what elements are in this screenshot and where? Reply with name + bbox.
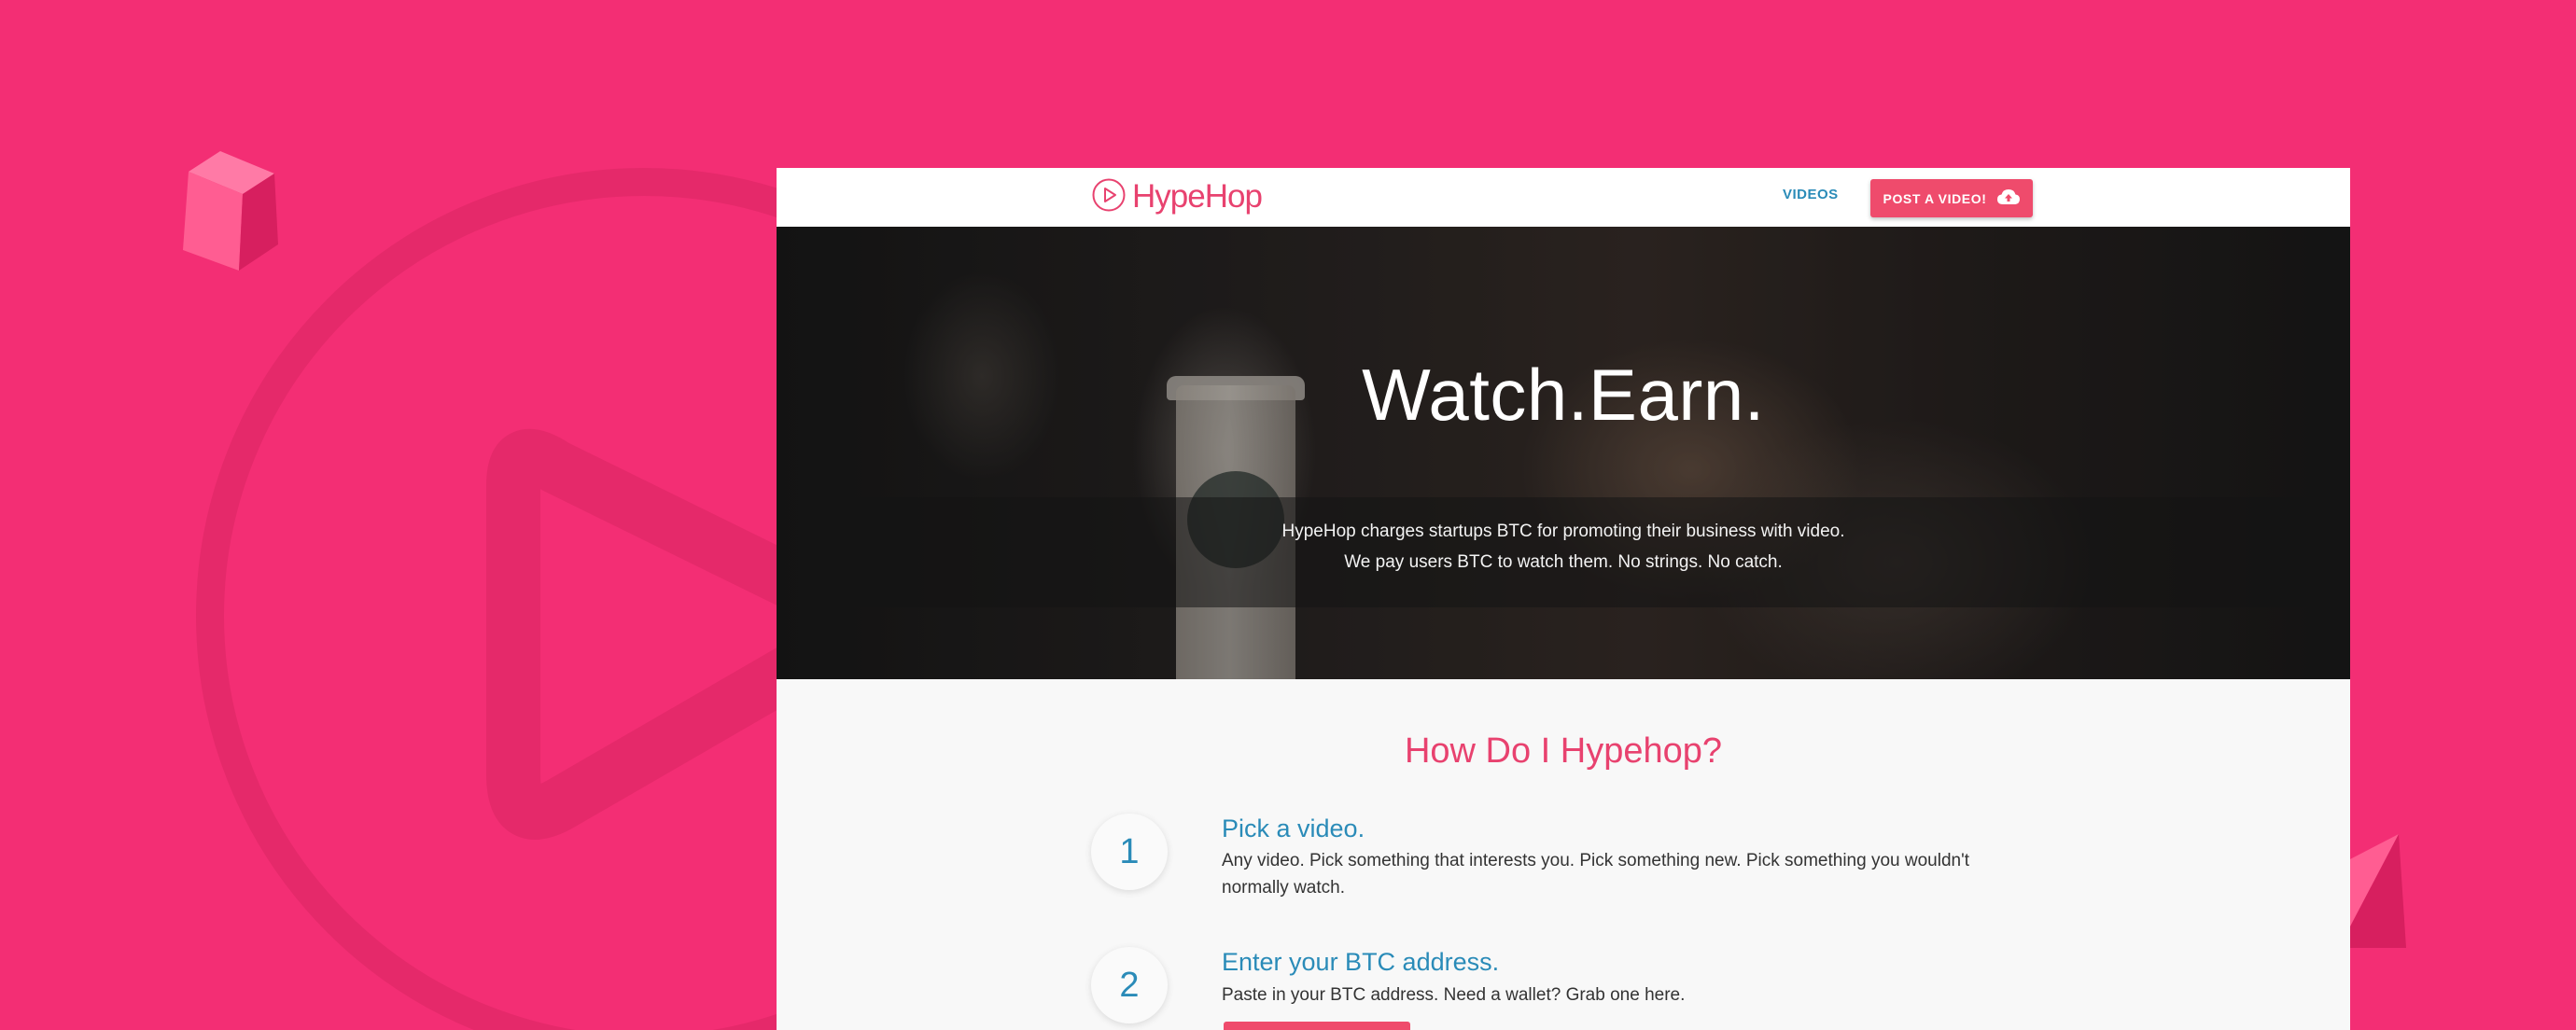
- nav-link-videos[interactable]: VIDEOS: [1783, 187, 1839, 202]
- navbar: HypeHop VIDEOS POST A VIDEO!: [777, 168, 2350, 227]
- step-1-description: Any video. Pick something that interests…: [1222, 851, 1969, 898]
- hero-overlay: [777, 227, 2350, 679]
- step-2-description: Paste in your BTC address. Need a wallet…: [1222, 985, 1686, 1005]
- hero-banner: Watch.Earn. HypeHop charges startups BTC…: [777, 227, 2350, 679]
- hero-title: Watch.Earn.: [1362, 354, 1765, 436]
- website-viewport: HypeHop VIDEOS POST A VIDEO! Watch.Earn.…: [777, 168, 2350, 1030]
- step-2-title: Enter your BTC address.: [1222, 948, 1500, 976]
- how-section-title: How Do I Hypehop?: [1404, 731, 1723, 771]
- wallet-button[interactable]: [1224, 1022, 1410, 1030]
- hero-description-line-2: We pay users BTC to watch them. No strin…: [1344, 552, 1783, 572]
- step-2-number: 2: [1091, 947, 1168, 1023]
- logo-text: HypeHop: [1132, 178, 1263, 215]
- post-video-button[interactable]: POST A VIDEO!: [1870, 179, 2033, 217]
- post-video-label: POST A VIDEO!: [1883, 190, 1987, 206]
- logo[interactable]: HypeHop: [1091, 177, 1263, 217]
- step-1-number: 1: [1091, 814, 1168, 890]
- cloud-upload-icon: [1987, 188, 2021, 209]
- hero-description-line-1: HypeHop charges startups BTC for promoti…: [1281, 522, 1845, 541]
- step-1-title: Pick a video.: [1222, 814, 1365, 842]
- background-cube: [183, 151, 278, 271]
- play-circle-icon: [1091, 177, 1127, 217]
